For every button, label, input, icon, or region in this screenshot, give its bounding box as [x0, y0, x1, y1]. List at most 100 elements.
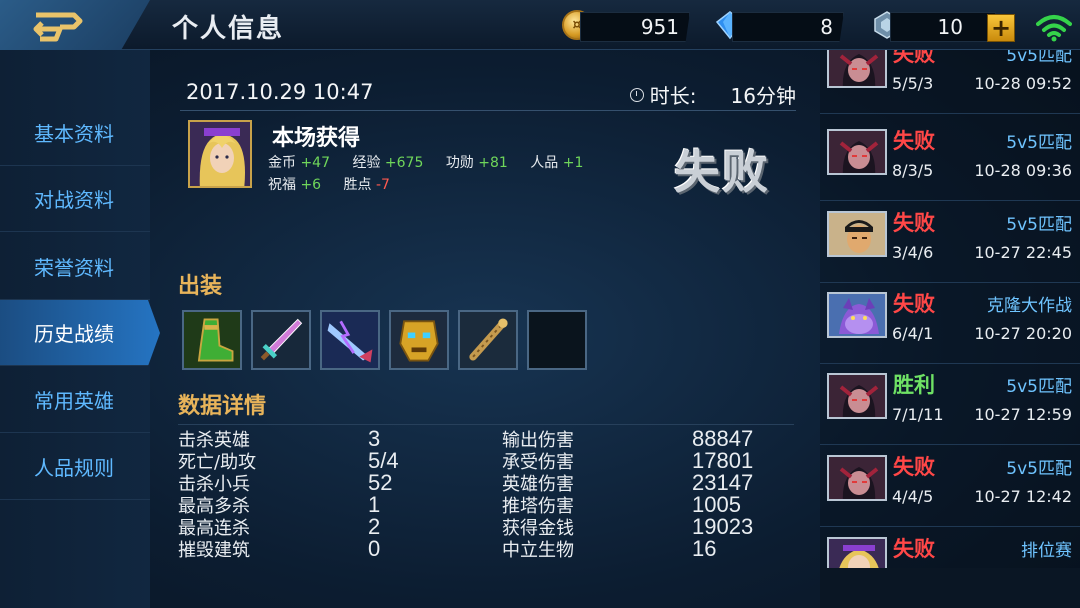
sidebar-item-label: 历史战绩	[34, 322, 114, 346]
stat-label: 最高多杀	[178, 496, 250, 517]
history-result: 失败	[893, 455, 935, 479]
history-kda: 6/4/1	[892, 324, 934, 343]
history-time: 10-27 22:45	[974, 243, 1072, 262]
wifi-icon	[1036, 15, 1072, 42]
equipment-slot[interactable]	[389, 310, 449, 370]
equipment-list	[182, 310, 587, 370]
rewards-title: 本场获得	[272, 126, 361, 151]
hero-avatar	[827, 211, 887, 257]
purple-beast-hero-icon	[829, 294, 885, 336]
details-title: 数据详情	[178, 394, 267, 419]
stats-table: 击杀英雄 3 输出伤害 88847 死亡/助攻 5/4 承受伤害 17801 击…	[178, 426, 798, 561]
history-bottom-fade	[820, 568, 1080, 608]
match-detail-panel: 2017.10.29 10:47 时长: 16分钟 本场获得 金币 +47 经验…	[150, 50, 820, 608]
rewards-row: 金币 +47 经验 +675 功勋 +81 人品 +1	[268, 152, 601, 174]
divider	[178, 424, 794, 425]
sidebar-item-basic-info[interactable]: 基本资料	[0, 100, 150, 166]
sidebar-item-label: 基本资料	[34, 122, 114, 146]
history-item[interactable]: 胜利 5v5匹配 7/1/11 10-27 12:59	[820, 364, 1080, 445]
reward-exp: 经验 +675	[352, 155, 424, 171]
stats-row: 击杀英雄 3 输出伤害 88847	[178, 426, 798, 451]
hero-avatar	[827, 373, 887, 419]
stat-value: 0	[368, 536, 381, 561]
history-item[interactable]: 失败 5v5匹配 4/4/5 10-27 12:42	[820, 446, 1080, 527]
stat-value: 1	[368, 492, 381, 517]
stat-label: 击杀小兵	[178, 474, 250, 495]
golden-mask-icon	[391, 312, 447, 368]
history-time: 10-27 20:20	[974, 324, 1072, 343]
stat-value: 88847	[692, 426, 754, 451]
back-arrow-icon	[33, 12, 83, 42]
history-mode: 5v5匹配	[1006, 459, 1072, 479]
hero-avatar	[827, 129, 887, 175]
equipment-slot[interactable]	[182, 310, 242, 370]
divider	[180, 110, 796, 111]
green-boots-icon	[184, 312, 240, 368]
history-mode: 5v5匹配	[1006, 50, 1072, 66]
sidebar-item-credit-rules[interactable]: 人品规则	[0, 434, 150, 500]
stat-label: 中立生物	[502, 540, 574, 561]
stat-label: 击杀英雄	[178, 430, 250, 451]
voucher-value: 10	[937, 15, 963, 39]
stat-value: 17801	[692, 448, 754, 473]
stat-label: 最高连杀	[178, 518, 250, 539]
reward-blessing: 祝福 +6	[268, 177, 322, 193]
stat-label: 推塔伤害	[502, 496, 574, 517]
history-mode: 5v5匹配	[1006, 133, 1072, 153]
stat-label: 死亡/助攻	[178, 452, 257, 473]
hero-portrait	[188, 120, 252, 188]
history-mode: 克隆大作战	[987, 296, 1072, 316]
stat-label: 获得金钱	[502, 518, 574, 539]
diamond-counter: 8	[732, 12, 844, 42]
equipment-slot[interactable]	[320, 310, 380, 370]
history-time: 10-28 09:36	[974, 161, 1072, 180]
equipment-slot[interactable]	[251, 310, 311, 370]
sidebar-nav: 基本资料 对战资料 荣誉资料 历史战绩 常用英雄 人品规则	[0, 50, 160, 608]
blonde-mage-portrait-icon	[190, 122, 250, 186]
hero-avatar	[827, 50, 887, 88]
match-duration: 时长: 16分钟	[629, 80, 796, 109]
page-title: 个人信息	[172, 14, 285, 44]
blonde-mage-hero-icon	[829, 539, 885, 568]
equipment-slot-empty[interactable]	[527, 310, 587, 370]
sidebar-item-match-history[interactable]: 历史战绩	[0, 300, 160, 366]
equipment-slot[interactable]	[458, 310, 518, 370]
history-item[interactable]: 失败 5v5匹配 3/4/6 10-27 22:45	[820, 202, 1080, 283]
history-kda: 4/4/5	[892, 487, 934, 506]
sidebar-item-common-heroes[interactable]: 常用英雄	[0, 367, 150, 433]
history-mode: 排位赛	[1021, 541, 1072, 561]
history-result: 失败	[893, 129, 935, 153]
stat-value: 5/4	[368, 448, 399, 473]
reward-gold: 金币 +47	[268, 155, 330, 171]
stat-label: 摧毁建筑	[178, 540, 250, 561]
history-item[interactable]: 失败 5v5匹配 8/3/5 10-28 09:36	[820, 120, 1080, 201]
history-kda: 5/5/3	[892, 74, 934, 93]
sidebar-item-honor-info[interactable]: 荣誉资料	[0, 234, 150, 300]
stat-value: 23147	[692, 470, 754, 495]
rewards-list: 金币 +47 经验 +675 功勋 +81 人品 +1 祝福 +6 胜点 -7	[268, 152, 601, 196]
history-result: 失败	[893, 292, 935, 316]
history-item[interactable]: 失败 5v5匹配 5/5/3 10-28 09:52	[820, 50, 1080, 114]
gold-value: 951	[640, 15, 679, 39]
back-button[interactable]	[0, 0, 150, 52]
history-result: 胜利	[893, 373, 935, 397]
stat-label: 英雄伤害	[502, 474, 574, 495]
sidebar-item-battle-info[interactable]: 对战资料	[0, 166, 150, 232]
stat-value: 3	[368, 426, 381, 451]
stat-label: 输出伤害	[502, 430, 574, 451]
recharge-plus-button[interactable]: +	[987, 14, 1015, 42]
sidebar-item-label: 常用英雄	[34, 389, 114, 413]
stats-row: 死亡/助攻 5/4 承受伤害 17801	[178, 448, 798, 473]
stats-row: 击杀小兵 52 英雄伤害 23147	[178, 470, 798, 495]
diamond-value: 8	[820, 15, 833, 39]
history-result: 失败	[893, 211, 935, 235]
equipment-title: 出装	[178, 274, 223, 299]
stat-value: 1005	[692, 492, 741, 517]
clock-icon	[629, 87, 644, 102]
history-item[interactable]: 失败 排位赛	[820, 528, 1080, 568]
history-item[interactable]: 失败 克隆大作战 6/4/1 10-27 20:20	[820, 283, 1080, 364]
history-time: 10-28 09:52	[974, 74, 1072, 93]
dark-demon-hero-icon	[829, 375, 885, 417]
history-kda: 8/3/5	[892, 161, 934, 180]
match-history-list[interactable]: 失败 5v5匹配 5/5/3 10-28 09:52 失败 5v5匹配 8/3/…	[820, 50, 1080, 568]
